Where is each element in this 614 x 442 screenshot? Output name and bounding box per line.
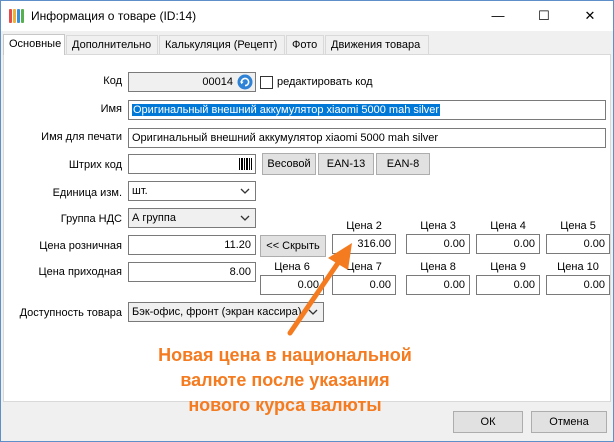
annotation-line-3: нового курса валюты — [188, 395, 382, 415]
availability-select[interactable]: Бэк-офис, фронт (экран кассира) — [128, 302, 324, 322]
availability-label: Доступность товара — [19, 307, 122, 319]
vat-group-label: Группа НДС — [60, 213, 122, 225]
purchase-price-label: Цена приходная — [38, 266, 122, 278]
title-bar: Информация о товаре (ID:14) — ☐ ✕ — [1, 1, 613, 31]
minimize-button[interactable]: — — [475, 1, 521, 31]
annotation-text: Новая цена в национальной валюте после у… — [120, 343, 450, 418]
barcode-field[interactable] — [128, 154, 256, 174]
chevron-down-icon — [240, 188, 250, 194]
retail-price-label: Цена розничная — [39, 240, 122, 252]
vat-group-select[interactable]: А группа — [128, 208, 256, 228]
price-3-label: Цена 3 — [420, 220, 456, 232]
price-3-field[interactable]: 0.00 — [406, 234, 470, 254]
barcode-icon[interactable] — [238, 157, 252, 171]
ean8-button[interactable]: EAN-8 — [376, 153, 430, 175]
cancel-button[interactable]: Отмена — [531, 411, 607, 433]
price-6-field[interactable]: 0.00 — [260, 275, 324, 295]
edit-code-checkbox[interactable] — [260, 76, 273, 89]
price-8-field[interactable]: 0.00 — [406, 275, 470, 295]
chevron-down-icon — [240, 215, 250, 221]
unit-select[interactable]: шт. — [128, 181, 256, 201]
name-field[interactable]: Оригинальный внешний аккумулятор xiaomi … — [128, 100, 606, 120]
edit-code-label: редактировать код — [277, 76, 373, 88]
vat-group-select-value: А группа — [132, 212, 176, 224]
annotation-line-1: Новая цена в национальной — [158, 345, 412, 365]
availability-select-value: Бэк-офис, фронт (экран кассира) — [132, 306, 302, 318]
annotation-line-2: валюте после указания — [180, 370, 390, 390]
chevron-down-icon — [308, 309, 318, 315]
unit-select-value: шт. — [132, 185, 148, 197]
code-label: Код — [103, 75, 122, 87]
price-6-label: Цена 6 — [274, 261, 310, 273]
price-5-field[interactable]: 0.00 — [546, 234, 610, 254]
ean13-button[interactable]: EAN-13 — [318, 153, 374, 175]
close-button[interactable]: ✕ — [567, 1, 613, 31]
price-2-field[interactable]: 316.00 — [332, 234, 396, 254]
tab-photo[interactable]: Фото — [286, 35, 324, 54]
ok-button[interactable]: ОК — [453, 411, 523, 433]
refresh-icon[interactable] — [237, 74, 253, 90]
price-4-label: Цена 4 — [490, 220, 526, 232]
window-title: Информация о товаре (ID:14) — [31, 9, 197, 23]
price-2-label: Цена 2 — [346, 220, 382, 232]
purchase-price-field[interactable]: 8.00 — [128, 262, 256, 282]
name-label: Имя — [100, 103, 122, 115]
tab-additional[interactable]: Дополнительно — [66, 35, 158, 54]
tab-calculation[interactable]: Калькуляция (Рецепт) — [159, 35, 285, 54]
barcode-label: Штрих код — [68, 159, 122, 171]
price-7-label: Цена 7 — [346, 261, 382, 273]
app-icon — [9, 9, 25, 23]
maximize-button[interactable]: ☐ — [521, 1, 567, 31]
price-4-field[interactable]: 0.00 — [476, 234, 540, 254]
name-field-text: Оригинальный внешний аккумулятор xiaomi … — [132, 104, 441, 116]
print-name-label: Имя для печати — [41, 131, 122, 143]
print-name-field[interactable]: Оригинальный внешний аккумулятор xiaomi … — [128, 128, 606, 148]
price-10-field[interactable]: 0.00 — [546, 275, 610, 295]
price-10-label: Цена 10 — [557, 261, 599, 273]
tab-movements[interactable]: Движения товара — [325, 35, 429, 54]
price-8-label: Цена 8 — [420, 261, 456, 273]
price-9-field[interactable]: 0.00 — [476, 275, 540, 295]
unit-label: Единица изм. — [52, 187, 122, 199]
tab-main[interactable]: Основные — [3, 34, 65, 55]
price-5-label: Цена 5 — [560, 220, 596, 232]
weight-barcode-button[interactable]: Весовой — [262, 153, 316, 175]
retail-price-field[interactable]: 11.20 — [128, 235, 256, 255]
price-7-field[interactable]: 0.00 — [332, 275, 396, 295]
hide-prices-button[interactable]: << Скрыть — [260, 235, 326, 257]
price-9-label: Цена 9 — [490, 261, 526, 273]
tab-bar: Основные Дополнительно Калькуляция (Реце… — [3, 34, 611, 55]
